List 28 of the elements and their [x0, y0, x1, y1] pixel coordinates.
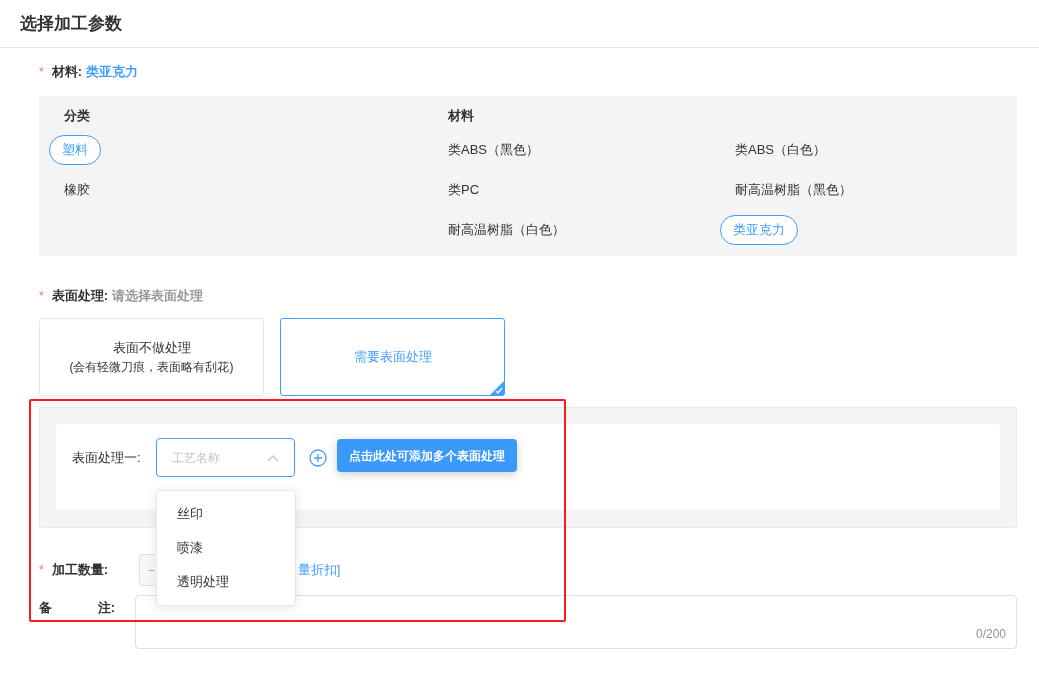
required-asterisk: * [39, 562, 44, 579]
material-label: 材料: [51, 63, 82, 82]
tooltip: 点击此处可添加多个表面处理 [337, 439, 517, 472]
material-option[interactable]: 类PC [433, 175, 495, 205]
material-value: 类亚克力 [86, 63, 138, 82]
material-option[interactable]: 类ABS（白色） [720, 135, 841, 165]
remarks-label: 备 [39, 599, 52, 617]
category-option[interactable]: 橡胶 [49, 175, 105, 205]
character-counter: 0/200 [975, 626, 1006, 643]
chevron-icon [267, 453, 279, 462]
surface-option-card[interactable]: 表面不做处理 (会有轻微刀痕，表面略有刮花) [39, 318, 264, 396]
material-option[interactable]: 耐高温树脂（白色） [433, 215, 580, 245]
material-option[interactable]: 耐高温树脂（黑色） [720, 175, 867, 205]
material-option[interactable]: 类ABS（黑色） [433, 135, 554, 165]
page-title: 选择加工参数 [20, 12, 122, 35]
column-header: 材料 [448, 107, 475, 126]
required-asterisk: * [39, 64, 44, 81]
surface-label: 表面处理: [51, 287, 108, 306]
required-asterisk: * [39, 288, 44, 305]
dropdown-option[interactable]: 喷漆 [157, 531, 295, 565]
add-circle-icon[interactable] [309, 449, 327, 467]
column-header: 分类 [63, 107, 91, 126]
quantity-label: 加工数量: [51, 561, 109, 580]
check-corner-icon [490, 381, 504, 395]
dropdown-option[interactable]: 丝印 [157, 497, 295, 531]
remarks-label: 注: [97, 599, 115, 617]
surface-hint: 请选择表面处理 [112, 287, 203, 306]
process-label: 表面处理一: [72, 449, 142, 467]
